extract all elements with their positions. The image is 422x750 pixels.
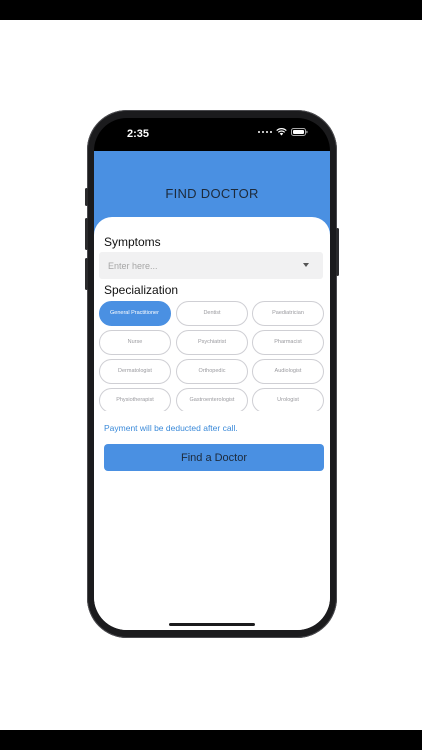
symptoms-dropdown[interactable]: Enter here... <box>99 252 323 279</box>
chip-audiologist[interactable]: Audiologist <box>252 359 324 384</box>
chip-dentist[interactable]: Dentist <box>176 301 248 326</box>
phone-screen: 2:35 FIND DOCTOR Symptoms Enter here... … <box>94 118 330 630</box>
chip-orthopedic[interactable]: Orthopedic <box>176 359 248 384</box>
chip-paediatrician[interactable]: Paediatrician <box>252 301 324 326</box>
chip-general-practitioner[interactable]: General Practitioner <box>99 301 171 326</box>
power-button <box>336 228 339 276</box>
form-card: Symptoms Enter here... Specialization Ge… <box>94 217 330 630</box>
app-content: FIND DOCTOR Symptoms Enter here... Speci… <box>94 151 330 630</box>
chip-dermatologist[interactable]: Dermatologist <box>99 359 171 384</box>
phone-frame: 2:35 FIND DOCTOR Symptoms Enter here... … <box>85 110 339 638</box>
chip-psychiatrist[interactable]: Psychiatrist <box>176 330 248 355</box>
chip-physiotherapist[interactable]: Physiotherapist <box>99 388 171 411</box>
chip-nurse[interactable]: Nurse <box>99 330 171 355</box>
symptoms-title: Symptoms <box>104 235 161 249</box>
status-bar: 2:35 <box>94 118 330 151</box>
bottom-letterbox-bar <box>0 730 422 750</box>
chip-gastroenterologist[interactable]: Gastroenterologist <box>176 388 248 411</box>
volume-up-button <box>85 218 88 250</box>
battery-icon <box>291 128 308 136</box>
page-title: FIND DOCTOR <box>165 186 259 201</box>
chevron-down-icon <box>303 263 309 267</box>
find-doctor-button[interactable]: Find a Doctor <box>104 444 324 471</box>
silent-switch <box>85 188 88 206</box>
wifi-icon <box>276 128 287 136</box>
home-indicator[interactable] <box>169 623 255 626</box>
top-letterbox-bar <box>0 0 422 20</box>
status-time: 2:35 <box>127 128 150 140</box>
status-icons <box>258 128 308 136</box>
payment-note: Payment will be deducted after call. <box>104 423 238 433</box>
chip-pharmacist[interactable]: Pharmacist <box>252 330 324 355</box>
cellular-signal-icon <box>258 131 272 133</box>
volume-down-button <box>85 258 88 290</box>
symptoms-placeholder: Enter here... <box>108 260 158 271</box>
specialization-chip-grid: General Practitioner Dentist Paediatrici… <box>99 301 325 411</box>
chip-urologist[interactable]: Urologist <box>252 388 324 411</box>
specialization-title: Specialization <box>104 283 179 297</box>
